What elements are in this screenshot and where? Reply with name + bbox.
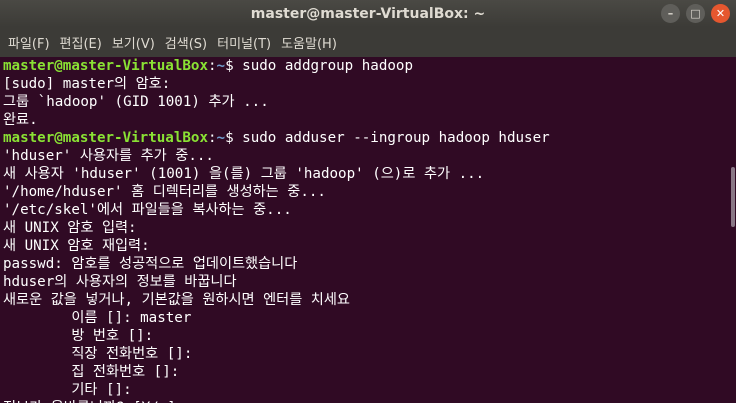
prompt-path: ~ bbox=[216, 58, 226, 74]
output-line: 'hduser' 사용자를 추가 중... bbox=[3, 147, 736, 165]
line-text: 새 UNIX 암호 입력: bbox=[3, 220, 137, 236]
line-text: 새 사용자 'hduser' (1001) 을(를) 그룹 'hadoop' (… bbox=[3, 166, 485, 182]
line-text: 기타 []: bbox=[3, 382, 132, 398]
output-line: 완료. bbox=[3, 111, 736, 129]
output-line: 기타 []: bbox=[3, 381, 736, 399]
menu-search[interactable]: 검색(S) bbox=[160, 33, 212, 52]
line-text: 새 UNIX 암호 재입력: bbox=[3, 238, 150, 254]
output-line: 이름 []: master bbox=[3, 309, 736, 327]
line-text: 완료. bbox=[3, 112, 38, 128]
line-text: '/home/hduser' 홈 디렉터리를 생성하는 중... bbox=[3, 184, 326, 200]
output-line: 새로운 값을 넣거나, 기본값을 원하시면 엔터를 치세요 bbox=[3, 291, 736, 309]
line-text: passwd: 암호를 성공적으로 업데이트했습니다 bbox=[3, 256, 298, 272]
menu-bar: 파일(F) 편집(E) 보기(V) 검색(S) 터미널(T) 도움말(H) bbox=[0, 27, 736, 57]
line-text: '/etc/skel'에서 파일들을 복사하는 중... bbox=[3, 202, 292, 218]
line-text: 이름 []: master bbox=[3, 310, 192, 326]
line-text: hduser의 사용자의 정보를 바꿉니다 bbox=[3, 274, 237, 290]
line-text: $ sudo adduser --ingroup hadoop hduser bbox=[225, 130, 550, 146]
line-text: 새로운 값을 넣거나, 기본값을 원하시면 엔터를 치세요 bbox=[3, 292, 350, 308]
menu-file[interactable]: 파일(F) bbox=[3, 33, 55, 52]
output-line: 새 UNIX 암호 입력: bbox=[3, 219, 736, 237]
close-button[interactable]: ✕ bbox=[711, 4, 730, 23]
terminal-scrollbar[interactable] bbox=[730, 57, 736, 403]
line-text: [sudo] master의 암호: bbox=[3, 76, 171, 92]
menu-help[interactable]: 도움말(H) bbox=[276, 33, 342, 52]
output-line: 새 사용자 'hduser' (1001) 을(를) 그룹 'hadoop' (… bbox=[3, 165, 736, 183]
maximize-button[interactable]: □ bbox=[686, 4, 705, 23]
output-line: 방 번호 []: bbox=[3, 327, 736, 345]
prompt-separator: : bbox=[208, 58, 217, 74]
line-text: 'hduser' 사용자를 추가 중... bbox=[3, 148, 214, 164]
output-line: 그룹 `hadoop' (GID 1001) 추가 ... bbox=[3, 93, 736, 111]
output-line: 집 전화번호 []: bbox=[3, 363, 736, 381]
output-line: '/home/hduser' 홈 디렉터리를 생성하는 중... bbox=[3, 183, 736, 201]
output-line: 새 UNIX 암호 재입력: bbox=[3, 237, 736, 255]
output-line: 정보가 올바릅니까? [Y/n] bbox=[3, 399, 736, 403]
line-text: 직장 전화번호 []: bbox=[3, 346, 193, 362]
line-text: $ sudo addgroup hadoop bbox=[225, 58, 414, 74]
window-controls: – □ ✕ bbox=[661, 4, 730, 23]
menu-view[interactable]: 보기(V) bbox=[107, 33, 160, 52]
window-titlebar[interactable]: master@master-VirtualBox: ~ – □ ✕ bbox=[0, 0, 736, 27]
line-text: 집 전화번호 []: bbox=[3, 364, 180, 380]
output-line: 직장 전화번호 []: bbox=[3, 345, 736, 363]
line-text: 방 번호 []: bbox=[3, 328, 154, 344]
minimize-button[interactable]: – bbox=[661, 4, 680, 23]
window-title: master@master-VirtualBox: ~ bbox=[250, 5, 486, 22]
prompt-line: master@master-VirtualBox:~$ sudo addgrou… bbox=[3, 57, 736, 75]
prompt-user-host: master@master-VirtualBox bbox=[3, 58, 208, 74]
scroll-thumb[interactable] bbox=[731, 167, 735, 227]
output-line: '/etc/skel'에서 파일들을 복사하는 중... bbox=[3, 201, 736, 219]
menu-edit[interactable]: 편집(E) bbox=[55, 33, 107, 52]
prompt-user-host: master@master-VirtualBox bbox=[3, 130, 208, 146]
output-line: hduser의 사용자의 정보를 바꿉니다 bbox=[3, 273, 736, 291]
terminal-output[interactable]: master@master-VirtualBox:~$ sudo addgrou… bbox=[0, 57, 736, 403]
prompt-line: master@master-VirtualBox:~$ sudo adduser… bbox=[3, 129, 736, 147]
output-line: [sudo] master의 암호: bbox=[3, 75, 736, 93]
line-text: 그룹 `hadoop' (GID 1001) 추가 ... bbox=[3, 94, 269, 110]
prompt-path: ~ bbox=[216, 130, 226, 146]
output-line: passwd: 암호를 성공적으로 업데이트했습니다 bbox=[3, 255, 736, 273]
prompt-separator: : bbox=[208, 130, 217, 146]
menu-terminal[interactable]: 터미널(T) bbox=[212, 33, 276, 52]
